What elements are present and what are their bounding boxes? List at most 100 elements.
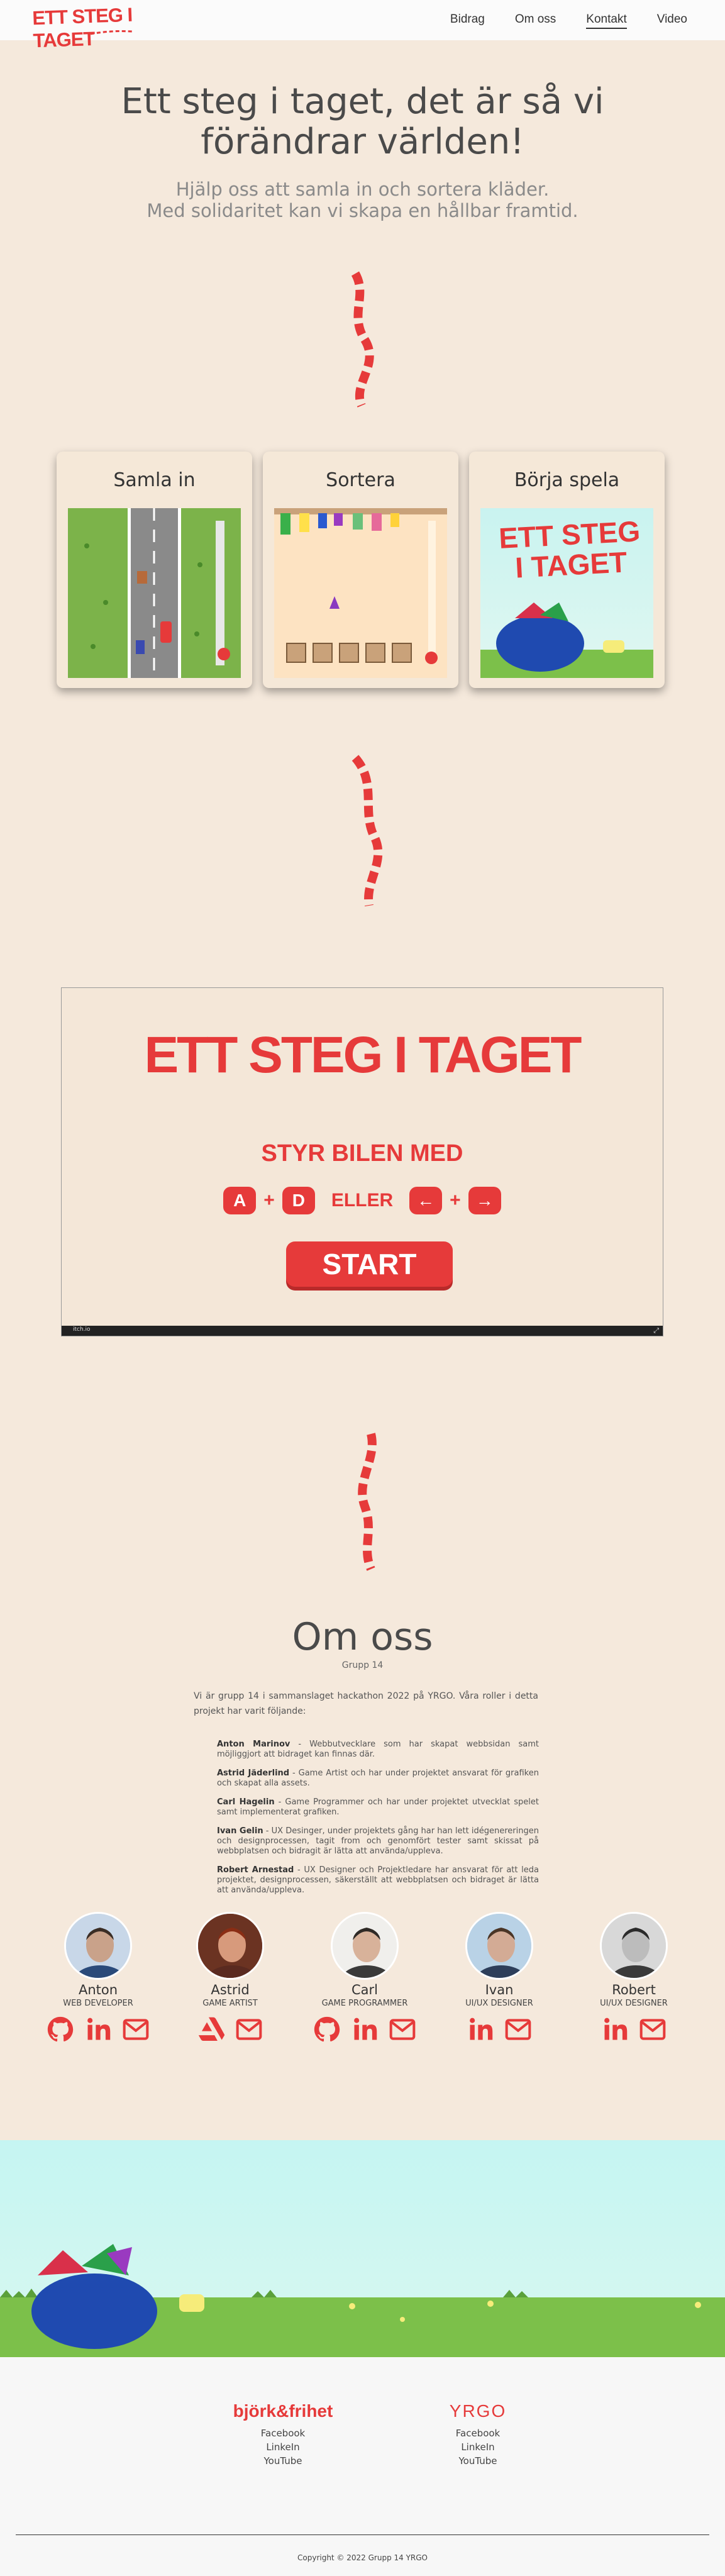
member-role: GAME ARTIST bbox=[202, 1999, 258, 2008]
game-instructions: STYR BILEN MED bbox=[261, 1140, 463, 1167]
logo-text: ETT STEG I TAGET bbox=[31, 3, 133, 52]
copyright: Copyright © 2022 Grupp 14 YRGO bbox=[297, 2553, 428, 2562]
sort-game-thumbnail bbox=[274, 508, 447, 678]
footer: björk&frihet Facebook LinkeIn YouTube YR… bbox=[0, 2357, 725, 2576]
key-left-arrow: ← bbox=[409, 1187, 443, 1214]
key-a: A bbox=[223, 1187, 257, 1214]
avatar bbox=[465, 1912, 533, 1980]
team-member-card: Anton WEB DEVELOPER bbox=[42, 1912, 155, 2046]
member-role: GAME PROGRAMMER bbox=[321, 1999, 408, 2008]
team-member-card: Ivan UI/UX DESIGNER bbox=[443, 1912, 556, 2046]
member-role: WEB DEVELOPER bbox=[63, 1999, 133, 2008]
logo-line2: I TAGET bbox=[514, 545, 628, 584]
github-icon[interactable] bbox=[313, 2016, 341, 2046]
role-item: Anton Marinov - Webbutvecklare som har s… bbox=[217, 1740, 540, 1759]
card-borja-spela[interactable]: Börja spela ETT STEG I TAGET bbox=[469, 452, 665, 688]
game-embed-bar: itch.io ⤢ bbox=[62, 1326, 663, 1336]
main-nav: Bidrag Om oss Kontakt Video bbox=[450, 13, 687, 29]
nav-link-kontakt[interactable]: Kontakt bbox=[586, 13, 627, 29]
avatar bbox=[64, 1912, 132, 1980]
avatar bbox=[600, 1912, 668, 1980]
site-logo[interactable]: ETT STEG I TAGET bbox=[32, 4, 152, 52]
start-button[interactable]: START bbox=[286, 1241, 453, 1287]
linkedin-icon[interactable] bbox=[467, 2016, 494, 2046]
member-name: Astrid bbox=[211, 1982, 250, 1997]
collect-game-thumbnail bbox=[68, 508, 241, 678]
dashed-path-decoration bbox=[358, 1433, 377, 1571]
hero-title-line2: förändrar världen! bbox=[201, 121, 524, 162]
key-right-arrow: → bbox=[468, 1187, 501, 1214]
team-member-card: Robert UI/UX DESIGNER bbox=[577, 1912, 690, 2046]
about-title: Om oss bbox=[292, 1615, 433, 1659]
avatar bbox=[196, 1912, 264, 1980]
footer-col-yrgo: YRGO Facebook LinkeIn YouTube bbox=[402, 2401, 553, 2468]
card-sortera[interactable]: Sortera bbox=[263, 452, 458, 688]
member-role: UI/UX DESIGNER bbox=[465, 1999, 533, 2008]
about-intro: Vi är grupp 14 i sammanslaget hackathon … bbox=[194, 1691, 538, 1716]
artstation-icon[interactable] bbox=[197, 2016, 225, 2046]
member-social-links bbox=[443, 2016, 556, 2046]
hero-subtitle: Hjälp oss att samla in och sortera kläde… bbox=[0, 179, 725, 221]
member-role: UI/UX DESIGNER bbox=[600, 1999, 668, 2008]
mail-icon[interactable] bbox=[639, 2016, 667, 2046]
yrgo-logo[interactable]: YRGO bbox=[402, 2401, 553, 2426]
hero-subtitle-line2: Med solidaritet kan vi skapa en hållbar … bbox=[147, 200, 578, 221]
footer-link-linkedin[interactable]: LinkeIn bbox=[208, 2440, 358, 2454]
roles-list: Anton Marinov - Webbutvecklare som har s… bbox=[217, 1740, 539, 1904]
role-item: Ivan Gelin - UX Desinger, under projekte… bbox=[217, 1826, 539, 1856]
card-samla-in[interactable]: Samla in bbox=[57, 452, 252, 688]
play-game-thumbnail: ETT STEG I TAGET bbox=[480, 508, 653, 678]
itch-label[interactable]: itch.io bbox=[73, 1326, 91, 1333]
member-name: Ivan bbox=[485, 1982, 514, 1997]
linkedin-icon[interactable] bbox=[601, 2016, 629, 2046]
hero-title: Ett steg i taget, det är så vi förändrar… bbox=[0, 82, 725, 162]
dashed-path-decoration bbox=[351, 271, 374, 408]
about-subtitle: Grupp 14 bbox=[341, 1660, 384, 1670]
key-d: D bbox=[282, 1187, 315, 1214]
nav-link-bidrag[interactable]: Bidrag bbox=[450, 13, 485, 29]
game-controls: A + D ELLER ← + → bbox=[62, 1187, 663, 1214]
plus-sign: + bbox=[263, 1190, 275, 1211]
team-member-card: Astrid GAME ARTIST bbox=[174, 1912, 287, 2046]
nav-link-om-oss[interactable]: Om oss bbox=[515, 13, 556, 29]
nav-link-video[interactable]: Video bbox=[657, 13, 687, 29]
team-member-card: Carl GAME PROGRAMMER bbox=[308, 1912, 421, 2046]
github-icon[interactable] bbox=[47, 2016, 74, 2046]
game-title: ETT STEG I TAGET bbox=[144, 1026, 582, 1084]
member-social-links bbox=[577, 2016, 690, 2046]
footer-link-youtube[interactable]: YouTube bbox=[402, 2454, 553, 2468]
linkedin-icon[interactable] bbox=[84, 2016, 112, 2046]
card-title: Sortera bbox=[326, 469, 396, 491]
footer-link-youtube[interactable]: YouTube bbox=[208, 2454, 358, 2468]
card-title: Samla in bbox=[113, 469, 196, 491]
dashed-path-decoration bbox=[351, 755, 383, 907]
or-text: ELLER bbox=[331, 1190, 394, 1211]
member-name: Robert bbox=[612, 1982, 656, 1997]
member-social-links bbox=[174, 2016, 287, 2046]
member-name: Carl bbox=[351, 1982, 378, 1997]
hero-subtitle-line1: Hjälp oss att samla in och sortera kläde… bbox=[175, 179, 550, 200]
member-name: Anton bbox=[78, 1982, 118, 1997]
mail-icon[interactable] bbox=[122, 2016, 150, 2046]
hero-title-line1: Ett steg i taget, det är så vi bbox=[121, 81, 604, 122]
role-item: Carl Hagelin - Game Programmer och har u… bbox=[217, 1797, 539, 1817]
landscape-illustration bbox=[0, 2140, 725, 2357]
member-social-links bbox=[308, 2016, 421, 2046]
embedded-game-frame[interactable]: ETT STEG I TAGET STYR BILEN MED A + D EL… bbox=[61, 987, 663, 1336]
footer-col-bjork: björk&frihet Facebook LinkeIn YouTube bbox=[208, 2401, 358, 2468]
top-navigation-bar: ETT STEG I TAGET Bidrag Om oss Kontakt V… bbox=[0, 0, 725, 52]
role-item: Astrid Jäderlind - Game Artist och har u… bbox=[217, 1768, 539, 1788]
footer-divider bbox=[16, 2534, 709, 2535]
mail-icon[interactable] bbox=[504, 2016, 532, 2046]
plus-sign: + bbox=[450, 1190, 461, 1211]
mail-icon[interactable] bbox=[235, 2016, 263, 2046]
linkedin-icon[interactable] bbox=[351, 2016, 379, 2046]
bjork-frihet-logo[interactable]: björk&frihet bbox=[208, 2401, 358, 2426]
footer-link-facebook[interactable]: Facebook bbox=[402, 2426, 553, 2440]
card-title: Börja spela bbox=[514, 469, 620, 491]
fullscreen-icon[interactable]: ⤢ bbox=[653, 1326, 659, 1335]
avatar bbox=[331, 1912, 399, 1980]
footer-link-linkedin[interactable]: LinkeIn bbox=[402, 2440, 553, 2454]
mail-icon[interactable] bbox=[389, 2016, 416, 2046]
footer-link-facebook[interactable]: Facebook bbox=[208, 2426, 358, 2440]
